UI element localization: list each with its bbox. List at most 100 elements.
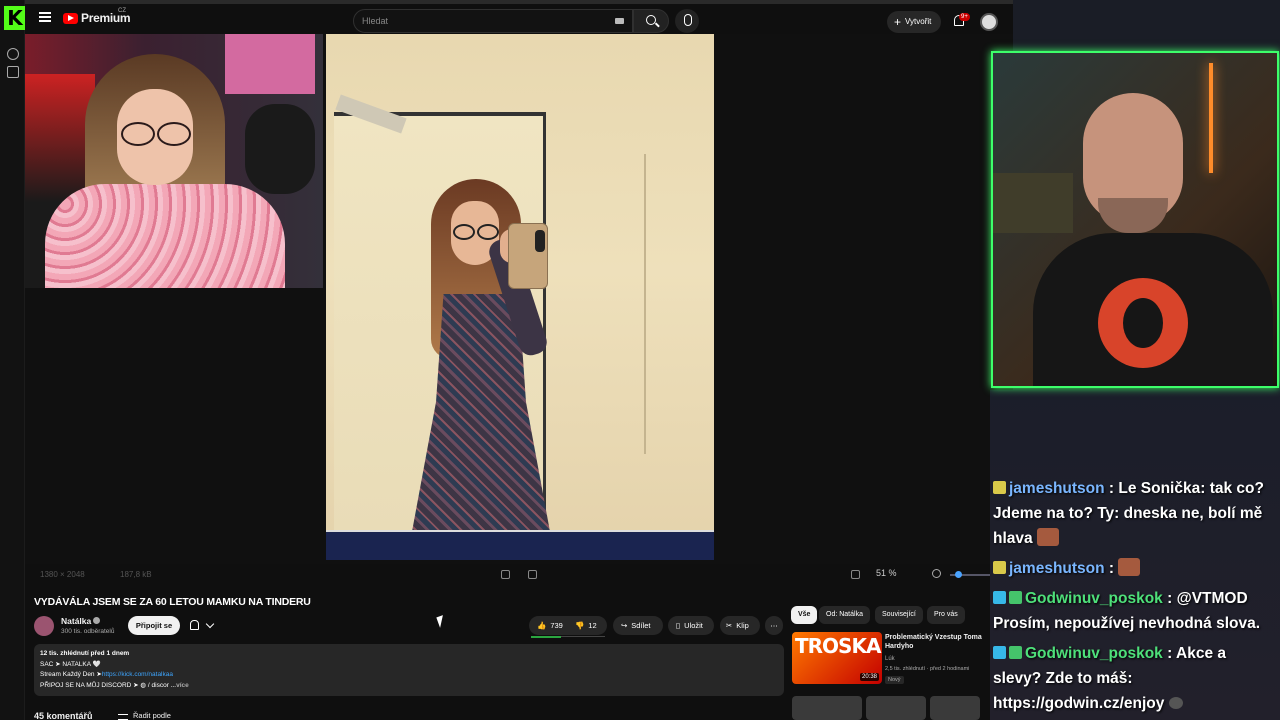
- image-viewer-statusbar: 1380 × 2048 187,8 kB 51 %: [25, 564, 1013, 586]
- sort-icon[interactable]: [118, 714, 128, 720]
- create-label: Vytvořit: [905, 17, 932, 26]
- search-input[interactable]: Hledat: [353, 9, 633, 33]
- related-video-channel[interactable]: Lúk: [885, 656, 895, 662]
- share-button[interactable]: ↪ Sdílet: [613, 616, 663, 635]
- chat-message: jameshutson : Le Sonička: tak co? Jdeme …: [993, 476, 1278, 551]
- search-placeholder: Hledat: [362, 16, 389, 26]
- streamer-beard: [1098, 198, 1168, 233]
- save-button[interactable]: ▯ Uložit: [668, 616, 714, 635]
- chip-all[interactable]: Vše: [791, 606, 818, 624]
- subscriber-badge-icon: [1009, 591, 1022, 604]
- hamburger-menu-icon[interactable]: [39, 12, 51, 22]
- chip-from-channel[interactable]: Od: Natálka: [819, 606, 870, 624]
- background-shelf: [225, 34, 315, 94]
- chat-message: Godwinuv_poskok : @VTMOD Prosím, nepouží…: [993, 586, 1278, 636]
- related-video-meta: 2,5 tis. zhlédnutí · před 2 hodinami: [885, 666, 970, 672]
- thumbs-down-icon[interactable]: 👎: [575, 616, 584, 635]
- related-video-title[interactable]: Problematický Vzestup Toma Hardyho: [885, 633, 987, 651]
- subscriber-count: 300 tis. odběratelů: [61, 628, 115, 635]
- chip-for-you[interactable]: Pro vás: [927, 606, 965, 624]
- like-ratio-track: [561, 636, 605, 637]
- create-button[interactable]: + Vytvořit: [887, 11, 941, 33]
- moderator-badge-icon: [993, 591, 1006, 604]
- frame-icon[interactable]: [851, 570, 860, 579]
- streamer-webcam-right: [991, 51, 1279, 388]
- fit-to-screen-icon[interactable]: [501, 570, 510, 579]
- like-count[interactable]: 739: [550, 621, 563, 630]
- related-video-thumbnail-2[interactable]: [792, 696, 862, 720]
- emote-icon: [1036, 528, 1059, 546]
- streamer-webcam-left: [25, 34, 323, 288]
- youtube-header: Premium CZ Hledat + Vytvořit 9+: [25, 0, 1013, 36]
- chat-username: jameshutson: [1009, 560, 1105, 577]
- share-icon: ↪: [621, 621, 628, 630]
- microphone: [245, 104, 315, 194]
- show-more-link[interactable]: ...více: [171, 682, 189, 689]
- channel-avatar[interactable]: [34, 616, 54, 636]
- scissors-icon: ✂: [726, 621, 733, 630]
- history-icon[interactable]: [7, 48, 19, 60]
- chat-username: Godwinuv_poskok: [1025, 645, 1163, 662]
- chat-message: jameshutson :: [993, 556, 1278, 581]
- video-description[interactable]: 12 tis. zhlédnutí před 1 dnem SAC ➤ NATA…: [34, 644, 784, 696]
- search-button[interactable]: [633, 9, 669, 33]
- notifications-badge: 9+: [959, 13, 970, 21]
- youtube-logo-icon[interactable]: [63, 13, 78, 24]
- sort-button[interactable]: Řadit podle: [133, 711, 171, 720]
- description-line-3: PŘIPOJ SE NA MŮJ DISCORD ➤ ◍ / discor ..…: [40, 681, 778, 692]
- region-label: CZ: [118, 8, 126, 14]
- clip-button[interactable]: ✂ Klip: [720, 616, 760, 635]
- comments-count: 45 komentářů: [34, 711, 93, 720]
- smartphone: [508, 223, 548, 289]
- share-label: Sdílet: [631, 621, 651, 630]
- kick-logo[interactable]: K: [4, 6, 26, 30]
- more-options-icon[interactable]: ⋯: [765, 616, 783, 635]
- screen: K Premium CZ Hledat + Vytvořit 9+ 1380 ×…: [0, 0, 1280, 720]
- shirt-logo: [1098, 278, 1188, 368]
- join-button[interactable]: Připojit se: [128, 616, 180, 635]
- grenade-emote-icon: [1168, 697, 1183, 709]
- account-avatar[interactable]: [980, 13, 998, 31]
- lamp: [1209, 63, 1213, 173]
- related-video-thumbnail-4[interactable]: [930, 696, 980, 720]
- zoom-level[interactable]: 51 %: [876, 568, 897, 578]
- description-line-2-prefix: Stream Každý Den ➤: [40, 671, 102, 678]
- related-video-thumbnail[interactable]: TROSKA 20:38: [792, 632, 882, 684]
- video-player[interactable]: 1380 × 2048 187,8 kB 51 %: [25, 34, 1013, 579]
- mirror-selfie-photo: [326, 34, 714, 560]
- moderator-badge-icon: [993, 646, 1006, 659]
- clip-label: Klip: [736, 621, 749, 630]
- image-dimensions: 1380 × 2048: [40, 570, 85, 579]
- keyboard-icon[interactable]: [615, 18, 624, 24]
- zoom-out-icon[interactable]: [932, 569, 941, 578]
- voice-search-icon[interactable]: [675, 9, 699, 33]
- video-title: VYDÁVÁLA JSEM SE ZA 60 LETOU MAMKU NA TI…: [34, 596, 311, 608]
- plus-icon: +: [894, 15, 902, 29]
- star-icon[interactable]: [7, 66, 19, 78]
- subscriber-badge-icon: [1009, 646, 1022, 659]
- kick-link[interactable]: https://kick.com/natalkaa: [102, 671, 173, 678]
- wall-panel: [644, 154, 666, 454]
- chevron-down-icon[interactable]: [205, 619, 215, 629]
- search-icon: [646, 15, 656, 25]
- dislike-count[interactable]: 12: [588, 621, 596, 630]
- new-badge: Nový: [885, 676, 904, 684]
- like-dislike-group: 👍 739 👎 12: [529, 616, 607, 635]
- chat-message: Godwinuv_poskok : Akce a slevy? Zde to m…: [993, 641, 1278, 716]
- thumbs-up-icon[interactable]: 👍: [537, 616, 546, 635]
- chip-related[interactable]: Související: [875, 606, 923, 624]
- emote-icon: [1118, 558, 1141, 576]
- subscriber-badge-icon: [993, 481, 1006, 494]
- chat-username: jameshutson: [1009, 480, 1105, 497]
- woman-in-photo: [396, 179, 596, 560]
- channel-name[interactable]: Natálka: [61, 616, 91, 626]
- zoom-slider-knob[interactable]: [955, 571, 962, 578]
- subscriber-badge-icon: [993, 561, 1006, 574]
- fullscreen-icon[interactable]: [528, 570, 537, 579]
- streamer-blouse: [45, 184, 285, 288]
- like-ratio-bar: [531, 636, 561, 638]
- related-video-thumbnail-3[interactable]: [866, 696, 926, 720]
- subscription-bell-icon[interactable]: [190, 620, 199, 630]
- description-line-3-text: PŘIPOJ SE NA MŮJ DISCORD ➤ ◍ / discor: [40, 681, 169, 689]
- thumbnail-text: TROSKA: [795, 634, 881, 658]
